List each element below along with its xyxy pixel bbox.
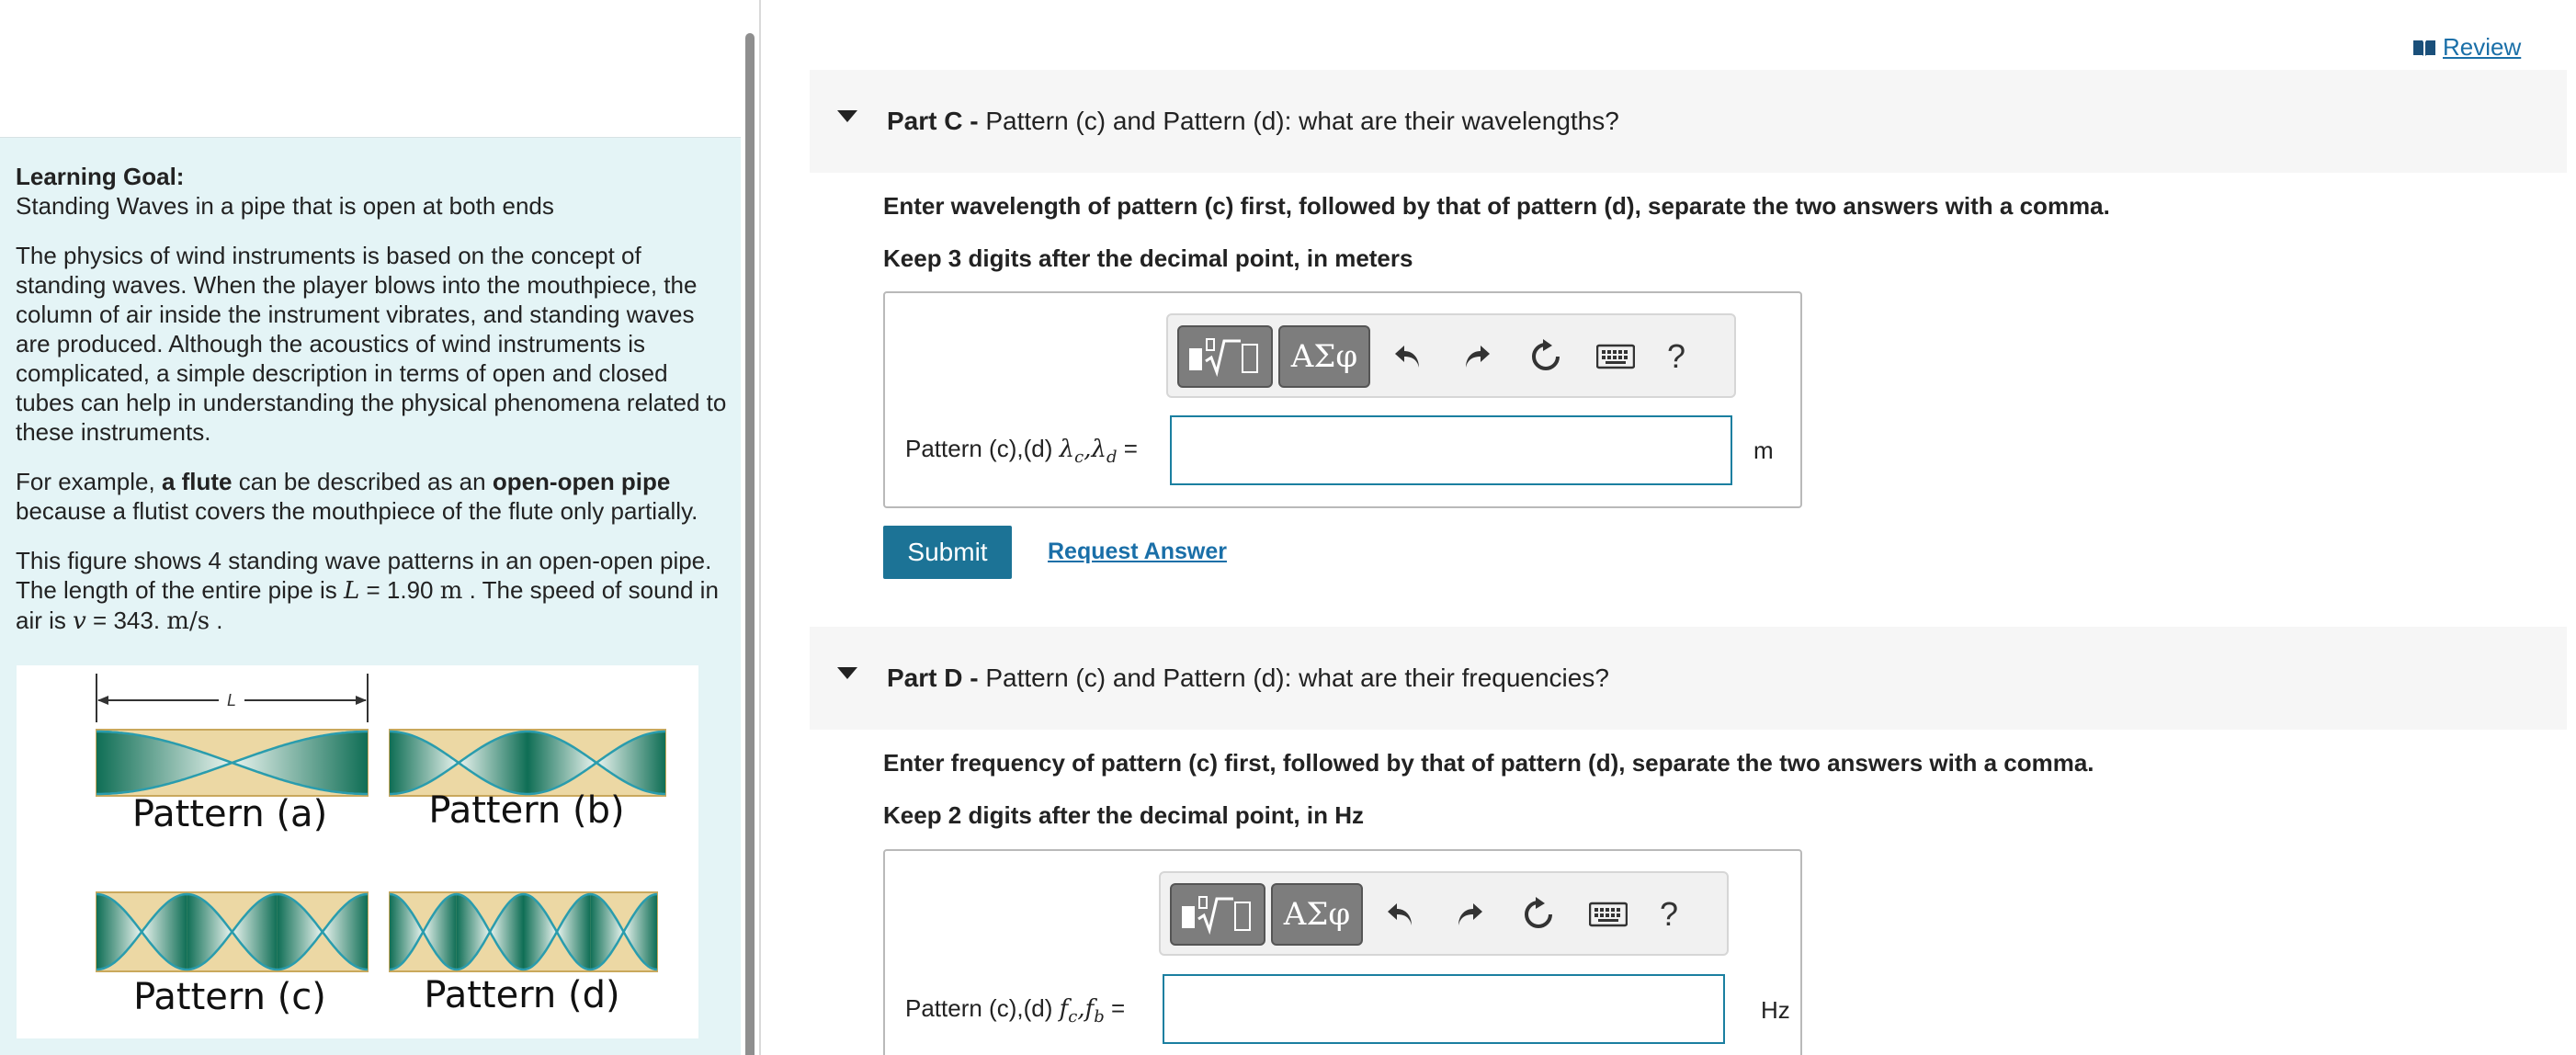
intro-paragraph-2: For example, a flute can be described as…	[16, 468, 698, 525]
part-c-answer-box: ΑΣφ ? Pattern (c),(d) λc,λd = m	[883, 291, 1802, 508]
help-button[interactable]: ?	[1653, 334, 1699, 380]
book-icon	[2413, 40, 2435, 56]
pattern-label: Pattern (a)	[132, 793, 327, 835]
pane-splitter-handle[interactable]	[745, 33, 755, 1055]
review-link[interactable]: Review	[2411, 33, 2521, 62]
wave-pattern-1: Pattern (a)	[96, 729, 369, 835]
unit-label: Hz	[1761, 996, 1790, 1024]
part-d-answer-box: ΑΣφ ? Pattern (c),(d) fc,fb = Hz	[883, 849, 1802, 1055]
pattern-label: Pattern (d)	[424, 974, 619, 1016]
part-d-title: Part D - Pattern (c) and Pattern (d): wh…	[887, 664, 1609, 692]
learning-goal-text: Standing Waves in a pipe that is open at…	[16, 192, 554, 220]
problem-intro-pane: Learning Goal: Standing Waves in a pipe …	[0, 0, 741, 1055]
pane-divider	[759, 0, 761, 1055]
length-dimension-arrow: L	[96, 674, 369, 722]
math-toolbar: ΑΣφ ?	[1166, 313, 1736, 398]
part-d-instruction-1: Enter frequency of pattern (c) first, fo…	[883, 749, 2094, 777]
fraction-root-icon	[1182, 896, 1251, 936]
templates-button[interactable]	[1170, 883, 1265, 946]
keyboard-icon[interactable]	[1585, 891, 1631, 937]
part-c-title: Part C - Pattern (c) and Pattern (d): wh…	[887, 107, 1619, 135]
learning-goal-title: Learning Goal:	[16, 163, 185, 190]
part-c-header[interactable]: Part C - Pattern (c) and Pattern (d): wh…	[810, 70, 2567, 173]
frequency-answer-input[interactable]	[1163, 974, 1725, 1044]
length-label: L	[227, 691, 236, 709]
wave-pattern-4: Pattern (d)	[389, 891, 658, 1016]
undo-icon[interactable]	[1385, 334, 1431, 380]
intro-paragraph-3: This figure shows 4 standing wave patter…	[16, 547, 719, 635]
templates-button[interactable]	[1177, 325, 1273, 388]
collapse-triangle-icon[interactable]	[837, 110, 857, 122]
wave-pattern-2: Pattern (b)	[389, 729, 666, 832]
wavelength-answer-input[interactable]	[1170, 415, 1732, 485]
math-toolbar: ΑΣφ ?	[1159, 871, 1729, 956]
help-button[interactable]: ?	[1646, 891, 1692, 937]
redo-icon[interactable]	[1447, 891, 1492, 937]
part-c-instruction-2: Keep 3 digits after the decimal point, i…	[883, 244, 1413, 272]
wave-patterns: Pattern (a) Pattern (b) Pattern (c) Pattern…	[96, 729, 666, 1018]
greek-symbols-button[interactable]: ΑΣφ	[1271, 883, 1363, 946]
greek-symbols-button[interactable]: ΑΣφ	[1278, 325, 1370, 388]
collapse-triangle-icon[interactable]	[837, 667, 857, 679]
wave-pattern-3: Pattern (c)	[96, 891, 369, 1018]
answer-label: Pattern (c),(d) λc,λd =	[905, 435, 1138, 468]
redo-icon[interactable]	[1454, 334, 1500, 380]
request-answer-link[interactable]: Request Answer	[1048, 539, 1227, 565]
undo-icon[interactable]	[1378, 891, 1424, 937]
submit-button[interactable]: Submit	[883, 526, 1012, 579]
unit-label: m	[1753, 437, 1774, 464]
part-d-header[interactable]: Part D - Pattern (c) and Pattern (d): wh…	[810, 627, 2567, 730]
answer-label: Pattern (c),(d) fc,fb =	[905, 994, 1126, 1027]
intro-text: Learning Goal: Standing Waves in a pipe …	[16, 162, 728, 656]
learning-goal: Learning Goal: Standing Waves in a pipe …	[16, 162, 728, 221]
intro-paragraph-1: The physics of wind instruments is based…	[16, 242, 727, 446]
fraction-root-icon	[1189, 338, 1258, 378]
part-d-instruction-2: Keep 2 digits after the decimal point, i…	[883, 801, 1364, 829]
reset-icon[interactable]	[1523, 334, 1569, 380]
part-c-instruction-1: Enter wavelength of pattern (c) first, f…	[883, 192, 2110, 220]
standing-wave-figure: L Pattern (a) Pattern (b)Pattern (c) Patte…	[17, 665, 698, 1038]
pattern-label: Pattern (c)	[133, 976, 326, 1018]
reset-icon[interactable]	[1515, 891, 1561, 937]
pattern-label: Pattern (b)	[428, 789, 624, 832]
review-label[interactable]: Review	[2443, 33, 2521, 62]
keyboard-icon[interactable]	[1593, 334, 1639, 380]
